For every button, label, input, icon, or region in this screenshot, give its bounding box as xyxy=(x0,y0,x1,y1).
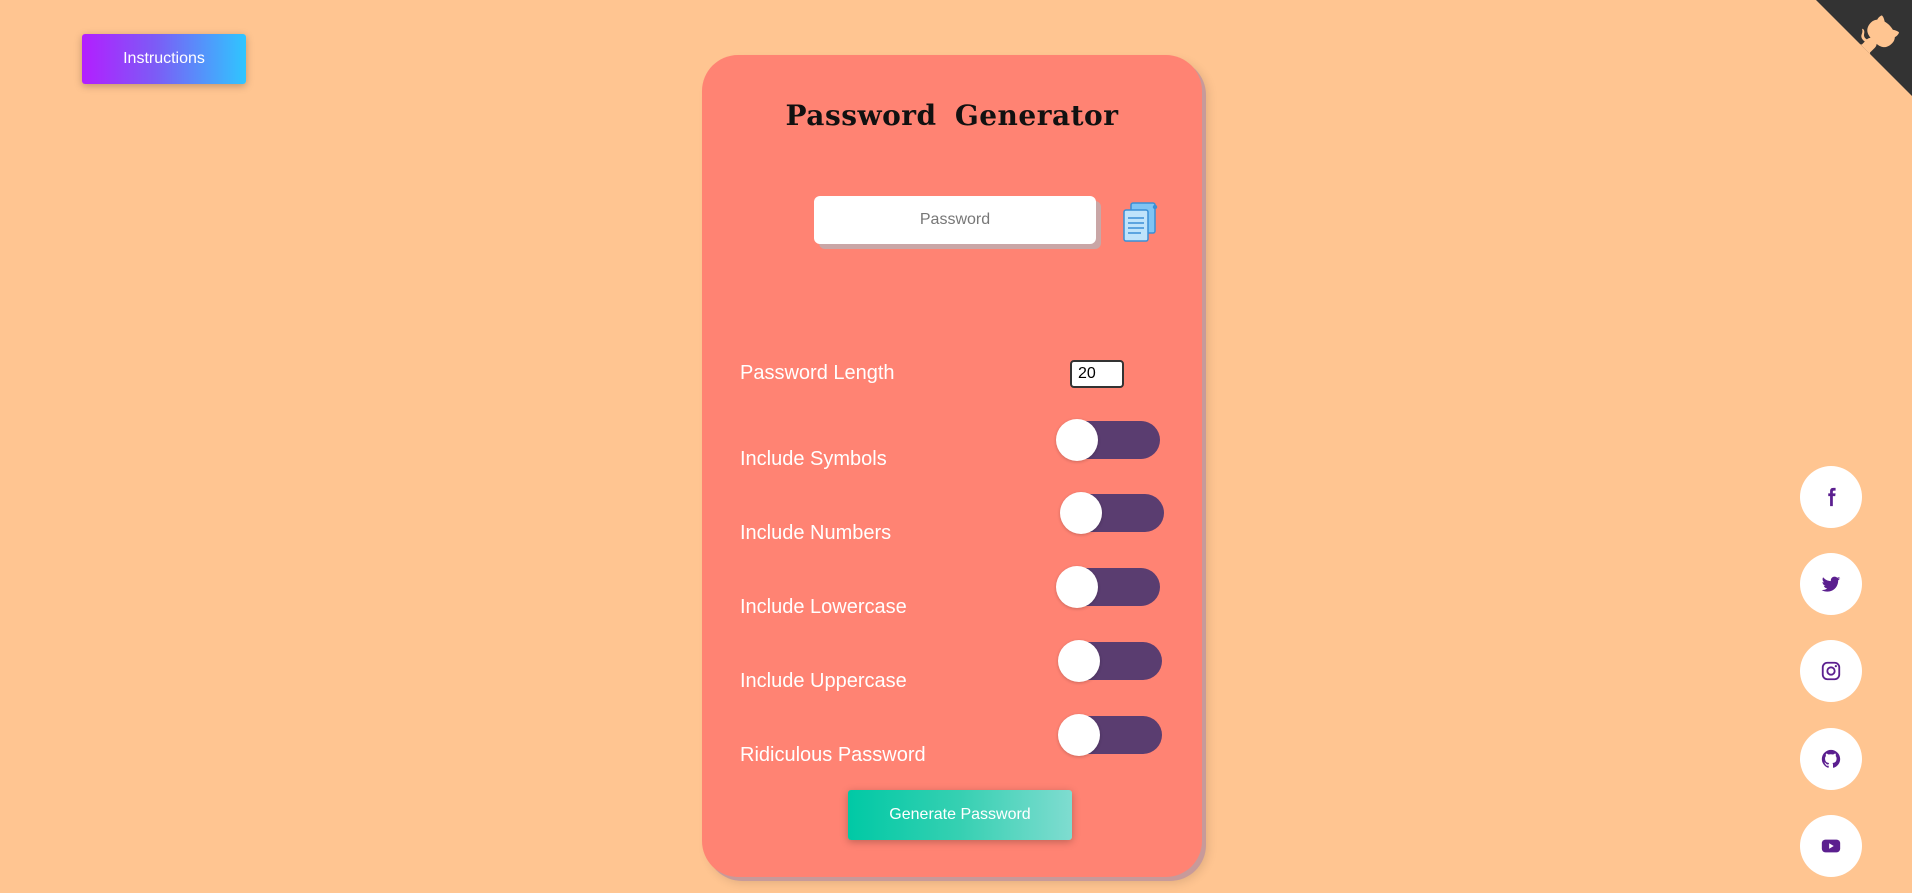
github-link[interactable] xyxy=(1800,728,1862,790)
password-length-label: Password Length xyxy=(740,362,895,384)
toggle-knob xyxy=(1058,640,1100,682)
instagram-link[interactable] xyxy=(1800,640,1862,702)
github-corner-link[interactable] xyxy=(1816,0,1912,96)
password-output-field[interactable] xyxy=(814,196,1096,244)
include-uppercase-toggle[interactable] xyxy=(1058,640,1162,682)
twitter-icon xyxy=(1821,576,1841,592)
generate-password-button[interactable]: Generate Password xyxy=(848,790,1072,840)
toggle-knob xyxy=(1056,419,1098,461)
password-generator-card: Password Generator Password Length Inclu… xyxy=(702,55,1202,877)
clipboard-icon xyxy=(1123,202,1158,242)
youtube-link[interactable] xyxy=(1800,815,1862,877)
ridiculous-password-label: Ridiculous Password xyxy=(740,744,926,766)
include-lowercase-toggle[interactable] xyxy=(1056,566,1160,608)
include-uppercase-label: Include Uppercase xyxy=(740,670,907,692)
ridiculous-password-toggle[interactable] xyxy=(1058,714,1162,756)
facebook-link[interactable] xyxy=(1800,466,1862,528)
include-numbers-toggle[interactable] xyxy=(1060,492,1164,534)
include-numbers-label: Include Numbers xyxy=(740,522,892,544)
page-title: Password Generator xyxy=(785,99,1119,132)
include-lowercase-label: Include Lowercase xyxy=(740,596,907,618)
youtube-icon xyxy=(1821,839,1841,853)
instructions-button[interactable]: Instructions xyxy=(82,34,246,84)
toggle-knob xyxy=(1056,566,1098,608)
include-symbols-label: Include Symbols xyxy=(740,448,887,470)
copy-password-button[interactable] xyxy=(1119,201,1161,245)
toggle-knob xyxy=(1058,714,1100,756)
facebook-icon xyxy=(1828,487,1836,507)
github-icon xyxy=(1821,749,1841,768)
include-symbols-toggle[interactable] xyxy=(1056,419,1160,461)
toggle-knob xyxy=(1060,492,1102,534)
instagram-icon xyxy=(1821,661,1841,681)
twitter-link[interactable] xyxy=(1800,553,1862,615)
github-octocat-icon xyxy=(1816,0,1912,96)
password-length-input[interactable] xyxy=(1070,360,1124,388)
